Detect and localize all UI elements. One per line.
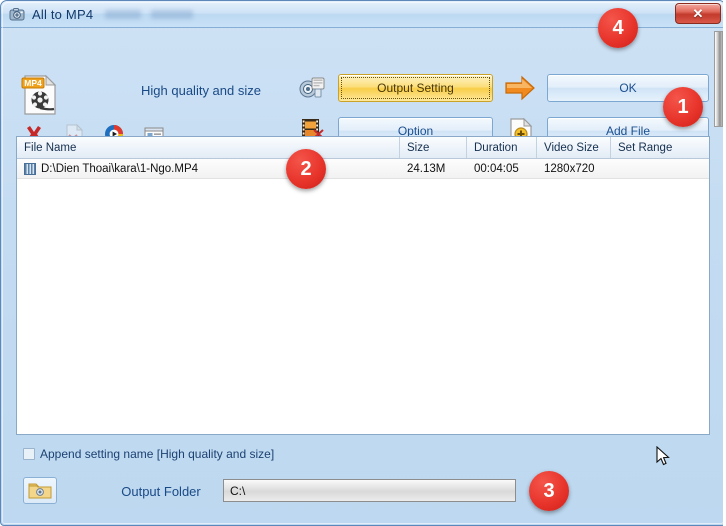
camera-settings-icon bbox=[299, 75, 326, 100]
file-list-header: File Name Size Duration Video Size Set Range bbox=[17, 137, 709, 159]
bottom-panel: Append setting name [High quality and si… bbox=[1, 439, 725, 525]
cell-text: D:\Dien Thoai\kara\1-Ngo.MP4 bbox=[41, 162, 199, 175]
cell-duration: 00:04:05 bbox=[474, 162, 519, 175]
orange-right-arrow-icon bbox=[504, 75, 536, 101]
cell-video-size: 1280x720 bbox=[544, 162, 595, 175]
column-header-size[interactable]: Size bbox=[400, 137, 467, 158]
output-folder-icon bbox=[28, 483, 52, 499]
ok-label: OK bbox=[619, 81, 637, 95]
title-blurred-text bbox=[105, 9, 194, 19]
mp4-format-icon: MP4 bbox=[21, 73, 59, 117]
close-button[interactable]: ✕ bbox=[675, 3, 721, 24]
annotation-badge-1: 1 bbox=[663, 87, 703, 127]
annotation-badge-4: 4 bbox=[598, 8, 638, 48]
output-folder-label: Output Folder bbox=[121, 484, 201, 499]
app-camera-icon bbox=[9, 6, 26, 23]
annotation-badge-3: 3 bbox=[529, 471, 569, 511]
video-file-icon bbox=[24, 162, 36, 175]
cell-file-name: D:\Dien Thoai\kara\1-Ngo.MP4 bbox=[17, 162, 400, 175]
vertical-scrollbar[interactable] bbox=[714, 31, 723, 127]
window-title: All to MP4 bbox=[32, 6, 94, 22]
column-header-duration[interactable]: Duration bbox=[467, 137, 537, 158]
svg-text:MP4: MP4 bbox=[24, 78, 42, 88]
annotation-badge-2: 2 bbox=[286, 149, 326, 189]
append-setting-name-checkbox[interactable] bbox=[23, 448, 35, 460]
file-list-body[interactable]: D:\Dien Thoai\kara\1-Ngo.MP4 24.13M 00:04:… bbox=[17, 159, 709, 179]
column-header-video-size[interactable]: Video Size bbox=[537, 137, 611, 158]
output-folder-field[interactable]: C:\ bbox=[223, 479, 516, 502]
append-setting-name-row[interactable]: Append setting name [High quality and si… bbox=[23, 447, 274, 461]
column-header-file-name[interactable]: File Name bbox=[17, 137, 400, 158]
cell-size: 24.13M bbox=[407, 162, 446, 175]
file-list[interactable]: File Name Size Duration Video Size Set Range… bbox=[16, 136, 710, 435]
quality-preset-label: High quality and size bbox=[141, 83, 261, 98]
output-setting-label: Output Setting bbox=[377, 81, 454, 95]
output-setting-button[interactable]: Output Setting bbox=[338, 74, 493, 102]
column-header-set-range[interactable]: Set Range bbox=[611, 137, 709, 158]
append-setting-name-label: Append setting name [High quality and si… bbox=[40, 447, 275, 461]
table-row[interactable]: D:\Dien Thoai\kara\1-Ngo.MP4 24.13M 00:04:… bbox=[17, 159, 709, 179]
application-window: All to MP4 ✕ MP4 High quality and size O… bbox=[0, 0, 726, 526]
output-folder-icon-button[interactable] bbox=[23, 477, 57, 504]
output-folder-value: C:\ bbox=[230, 483, 246, 498]
close-icon: ✕ bbox=[692, 6, 704, 21]
